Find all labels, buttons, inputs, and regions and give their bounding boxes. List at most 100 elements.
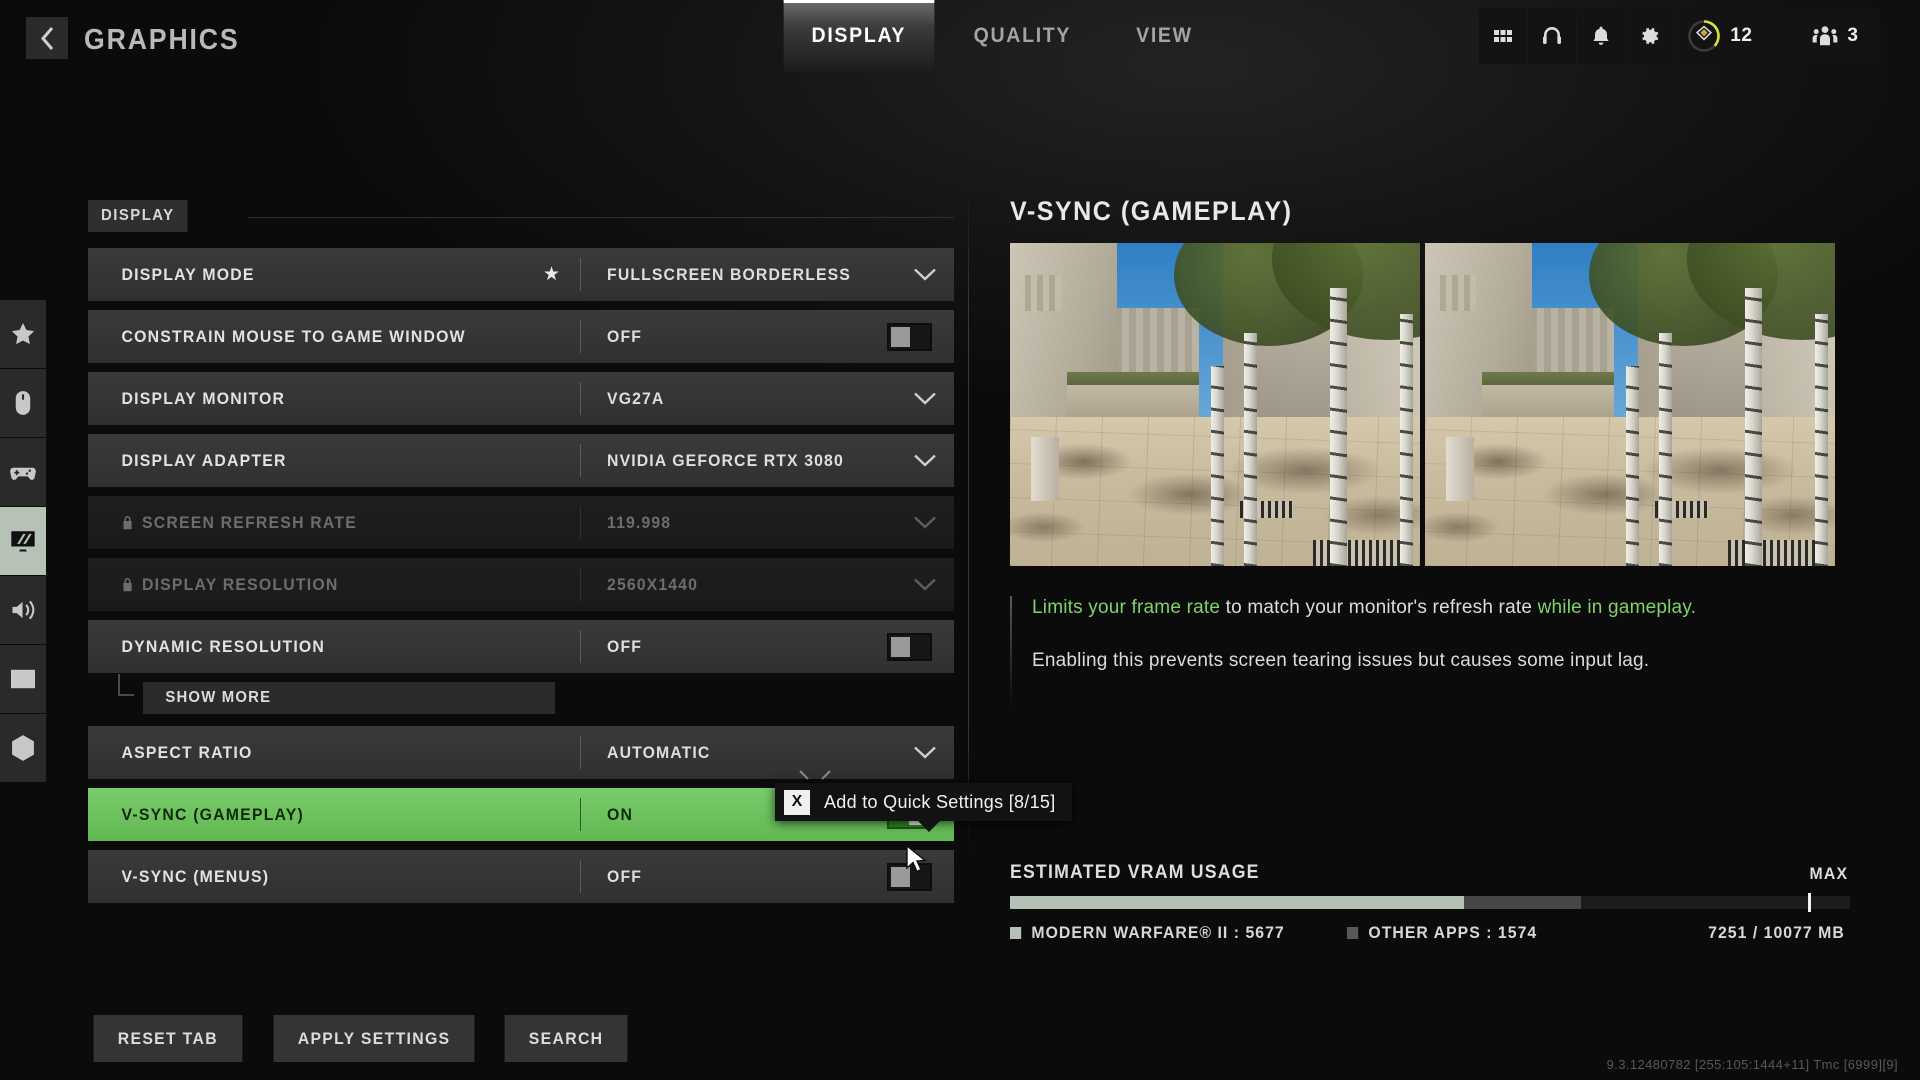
speaker-icon	[12, 600, 35, 620]
preview-images	[1010, 243, 1850, 566]
preview-trunk-4	[1814, 314, 1828, 566]
rail-item-mouse-keyboard[interactable]	[0, 369, 46, 437]
setting-label: ASPECT RATIO	[121, 742, 253, 762]
rank-progress[interactable]: 12	[1675, 8, 1770, 64]
notifications-button[interactable]	[1577, 8, 1626, 64]
setting-label: V-SYNC (GAMEPLAY)	[121, 804, 304, 824]
vram-swatch-other	[1347, 927, 1359, 939]
preview-trunk-1	[1210, 365, 1224, 566]
toggle-knob	[891, 636, 910, 657]
setting-label: DISPLAY ADAPTER	[121, 450, 287, 470]
setting-row-display-adapter[interactable]: DISPLAY ADAPTER NVIDIA GEFORCE RTX 3080	[88, 434, 954, 487]
setting-value: AUTOMATIC	[607, 742, 711, 762]
system-icon-bar: 12 3	[1479, 8, 1880, 64]
preview-image-left	[1010, 243, 1420, 566]
setting-row-display-mode[interactable]: DISPLAY MODE ★ FULLSCREEN BORDERLESS	[88, 248, 954, 301]
preview-trash-bin	[1445, 436, 1475, 502]
graphics-settings-screen: GRAPHICS DISPLAY QUALITY VIEW 12 3 DISPL…	[0, 0, 1920, 1080]
build-version-text: 9.3.12480782 [255:105:1444+11] Tmc [6999…	[1606, 1057, 1898, 1072]
preview-trash-bin	[1030, 436, 1060, 502]
setting-label: DISPLAY RESOLUTION	[88, 575, 546, 595]
setting-value: 119.998	[607, 512, 672, 532]
setting-value: OFF	[607, 326, 643, 346]
vram-header: ESTIMATED VRAM USAGE MAX	[1010, 862, 1850, 884]
apply-settings-button[interactable]: APPLY SETTINGS	[273, 1015, 475, 1062]
setting-value: OFF	[607, 866, 643, 886]
preview-trunk-3	[1329, 288, 1347, 566]
category-rail	[0, 300, 46, 783]
tab-quality[interactable]: QUALITY	[945, 0, 1098, 72]
gear-icon	[1642, 27, 1659, 45]
party-count-value: 3	[1847, 25, 1858, 46]
tab-display[interactable]: DISPLAY	[783, 0, 935, 72]
chevron-down-icon	[914, 392, 936, 405]
detail-title: V-SYNC (GAMEPLAY)	[1010, 196, 1293, 226]
description-plain-1: to match your monitor's refresh rate	[1220, 597, 1538, 618]
setting-row-screen-refresh-rate: SCREEN REFRESH RATE 119.998	[88, 496, 954, 549]
list-fade-overlay	[88, 940, 954, 976]
setting-label-text: SCREEN REFRESH RATE	[141, 512, 358, 532]
dropdown-button[interactable]	[896, 268, 954, 281]
headset-icon	[1543, 27, 1562, 44]
bell-icon	[1593, 26, 1609, 45]
dropdown-button	[896, 516, 954, 529]
chevron-down-icon	[914, 516, 936, 529]
chevron-down-icon	[914, 746, 936, 759]
description-line-2: Enabling this prevents screen tearing is…	[1032, 649, 1650, 671]
rail-item-telemetry[interactable]	[0, 714, 46, 782]
setting-row-constrain-mouse[interactable]: CONSTRAIN MOUSE TO GAME WINDOW OFF	[88, 310, 954, 363]
rank-level-value: 12	[1730, 25, 1753, 46]
page-title: GRAPHICS	[84, 24, 240, 56]
settings-gear-button[interactable]	[1626, 8, 1675, 64]
vram-legend-game: MODERN WARFARE® II : 5677	[1010, 923, 1285, 943]
description-highlight-1: Limits your frame rate	[1032, 597, 1221, 618]
tab-bar: DISPLAY QUALITY VIEW	[778, 0, 1225, 72]
preview-image-right	[1425, 243, 1835, 566]
keybind-badge: X	[784, 789, 810, 815]
rail-item-interface[interactable]	[0, 645, 46, 713]
search-button[interactable]: SEARCH	[504, 1015, 628, 1062]
setting-row-display-monitor[interactable]: DISPLAY MONITOR VG27A	[88, 372, 954, 425]
rail-item-audio[interactable]	[0, 576, 46, 644]
audio-chat-button[interactable]	[1528, 8, 1577, 64]
rail-item-favorites[interactable]	[0, 300, 46, 368]
quick-settings-tooltip: X Add to Quick Settings [8/15]	[775, 783, 1072, 832]
tab-view[interactable]: VIEW	[1109, 0, 1221, 72]
dropdown-button[interactable]	[896, 392, 954, 405]
setting-row-dynamic-resolution[interactable]: DYNAMIC RESOLUTION OFF	[88, 620, 954, 673]
vram-bar	[1010, 893, 1850, 912]
telemetry-icon	[12, 735, 34, 761]
setting-value: VG27A	[607, 388, 665, 408]
dropdown-button[interactable]	[896, 454, 954, 467]
toggle-switch[interactable]	[887, 322, 932, 351]
vram-segment-game	[1010, 896, 1464, 909]
description-line-1: Limits your frame rate to match your mon…	[1032, 594, 1850, 622]
party-members[interactable]: 3	[1790, 8, 1880, 64]
lock-icon	[123, 578, 132, 592]
toggle-switch[interactable]	[887, 632, 932, 661]
favorite-star-icon[interactable]: ★	[543, 263, 560, 286]
rail-item-controller[interactable]	[0, 438, 46, 506]
vram-legend-game-text: MODERN WARFARE® II : 5677	[1031, 923, 1285, 942]
top-bar: GRAPHICS DISPLAY QUALITY VIEW 12 3	[0, 0, 1920, 76]
reset-tab-button[interactable]: RESET TAB	[93, 1015, 243, 1062]
vram-title: ESTIMATED VRAM USAGE	[1010, 862, 1260, 883]
tree-elbow	[118, 674, 134, 696]
setting-label-text: DISPLAY RESOLUTION	[141, 574, 339, 594]
settings-section-header: DISPLAY	[88, 200, 954, 234]
setting-label: SCREEN REFRESH RATE	[88, 513, 546, 533]
show-more-button[interactable]: SHOW MORE	[143, 682, 555, 714]
chevron-down-icon	[914, 578, 936, 591]
dropdown-button	[896, 578, 954, 591]
setting-row-display-resolution: DISPLAY RESOLUTION 2560X1440	[88, 558, 954, 611]
setting-value: NVIDIA GEFORCE RTX 3080	[607, 450, 844, 470]
rail-item-graphics[interactable]	[0, 507, 46, 575]
apps-grid-button[interactable]	[1479, 8, 1528, 64]
dropdown-button[interactable]	[896, 746, 954, 759]
setting-row-vsync-menus[interactable]: V-SYNC (MENUS) OFF	[88, 850, 954, 903]
toggle-knob	[891, 326, 910, 347]
preview-trunk-1	[1625, 365, 1639, 566]
setting-label: V-SYNC (MENUS)	[121, 866, 270, 886]
back-button[interactable]	[26, 17, 68, 59]
setting-label: DISPLAY MODE	[121, 264, 255, 284]
